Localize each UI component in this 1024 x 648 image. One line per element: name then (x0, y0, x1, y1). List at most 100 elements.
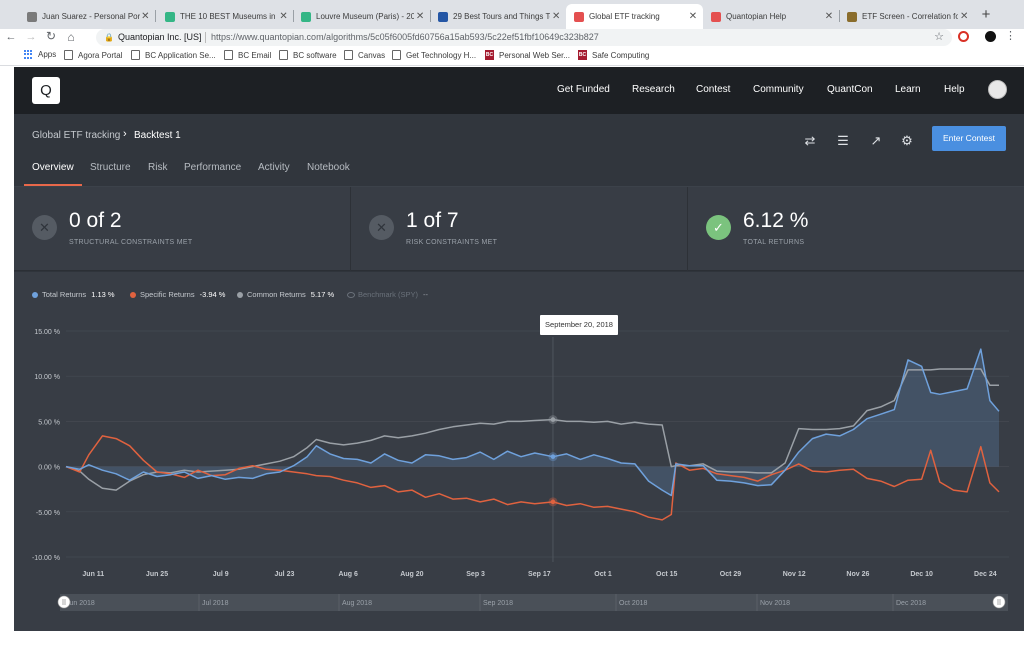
bookmark-item[interactable]: BC Personal Web Ser... (485, 50, 570, 60)
y-tick-label: 15.00 % (34, 329, 60, 336)
bookmark-item[interactable]: BC Email (224, 50, 271, 60)
metric-risk: ✕ 1 of 7 RISK CONSTRAINTS MET (351, 187, 687, 271)
bookmark-label: Safe Computing (592, 50, 650, 60)
enter-contest-button[interactable]: Enter Contest (932, 126, 1006, 151)
reload-icon[interactable]: ↻ (44, 29, 58, 43)
browser-tab[interactable]: 29 Best Tours and Things To ✕ (430, 4, 566, 29)
new-tab-button[interactable]: + (978, 7, 994, 23)
forward-icon[interactable]: → (24, 30, 38, 44)
x-tick-label: Dec 24 (974, 571, 997, 578)
page-bottom-margin (0, 631, 1024, 648)
bookmark-label: Agora Portal (78, 50, 123, 60)
browser-tab[interactable]: Global ETF tracking ✕ (566, 4, 703, 29)
close-tab-icon[interactable]: ✕ (687, 11, 699, 22)
close-tab-icon[interactable]: ✕ (140, 11, 151, 22)
favicon-icon (165, 11, 175, 22)
back-icon[interactable]: ← (4, 30, 18, 44)
metric-label: RISK CONSTRAINTS MET (406, 239, 498, 246)
tab-performance[interactable]: Performance (184, 162, 241, 173)
nav-help[interactable]: Help (944, 84, 965, 95)
tab-title: Global ETF tracking (589, 12, 660, 21)
shuffle-icon[interactable]: ⇄ (802, 133, 818, 149)
x-tick-label: Dec 10 (910, 571, 933, 578)
apps-icon (24, 50, 33, 59)
gear-icon[interactable]: ⚙ (899, 133, 915, 149)
nav-quantcon[interactable]: QuantCon (827, 84, 873, 95)
range-label: Nov 2018 (760, 600, 790, 607)
close-tab-icon[interactable]: ✕ (414, 11, 426, 22)
x-tick-label: Oct 29 (720, 571, 742, 578)
tab-risk[interactable]: Risk (148, 162, 167, 173)
range-label: Aug 2018 (342, 600, 372, 607)
nav-research[interactable]: Research (632, 84, 675, 95)
browser-tab[interactable]: Louvre Museum (Paris) - 20 ✕ (293, 4, 430, 29)
browser-tab[interactable]: Juan Suarez - Personal Portf ✕ (19, 4, 155, 29)
close-tab-icon[interactable]: ✕ (550, 11, 562, 22)
metrics-panel: ✕ 0 of 2 STRUCTURAL CONSTRAINTS MET ✕ 1 … (14, 187, 1024, 271)
nav-community[interactable]: Community (753, 84, 804, 95)
opera-extension-icon[interactable] (958, 31, 969, 42)
returns-line-chart[interactable]: 15.00 % 10.00 % 5.00 % 0.00 % -5.00 % -10.00 … (14, 272, 1024, 631)
omnibox-divider (205, 32, 206, 43)
tab-overview[interactable]: Overview (32, 162, 74, 173)
x-tick-label: Sep 17 (528, 571, 551, 578)
tab-title: Louvre Museum (Paris) - 20 (316, 12, 415, 21)
range-handle[interactable] (992, 595, 1006, 609)
nav-contest[interactable]: Contest (696, 84, 730, 95)
bookmarks-bar: Apps Agora Portal BC Application Se... BC E… (0, 47, 1024, 66)
chevron-right-icon: › (123, 128, 127, 140)
browser-tab[interactable]: ETF Screen - Correlation for ✕ (839, 4, 974, 29)
x-tick-label: Oct 15 (656, 571, 678, 578)
browser-menu-icon[interactable]: ⋮ (1005, 29, 1016, 43)
bookmark-label: BC Application Se... (145, 50, 216, 60)
nav-learn[interactable]: Learn (895, 84, 921, 95)
quantopian-logo[interactable]: Q (32, 77, 60, 104)
range-label: Oct 2018 (619, 600, 648, 607)
close-tab-icon[interactable]: ✕ (823, 11, 835, 22)
favicon-icon (711, 11, 721, 22)
bookmark-item[interactable]: Apps (24, 50, 56, 59)
address-bar: ← → ↻ ⌂ 🔒 Quantopian Inc. [US] https://w… (0, 29, 1024, 47)
user-avatar[interactable] (988, 80, 1007, 99)
bookmark-item[interactable]: Agora Portal (64, 50, 122, 60)
breadcrumb-parent[interactable]: Global ETF tracking (32, 130, 120, 141)
bookmark-item[interactable]: Canvas (344, 50, 385, 60)
favicon-icon (847, 11, 857, 22)
page-icon (279, 50, 288, 60)
extension-icon[interactable] (985, 31, 996, 42)
y-tick-label: -10.00 % (32, 555, 60, 562)
range-label: Jul 2018 (202, 600, 229, 607)
bookmark-item[interactable]: BC software (279, 50, 337, 60)
nav-get-funded[interactable]: Get Funded (557, 84, 610, 95)
bc-icon: BC (485, 50, 494, 60)
tab-separator (155, 10, 156, 22)
omnibox[interactable]: 🔒 Quantopian Inc. [US] https://www.quant… (96, 29, 952, 46)
hover-marker (550, 417, 556, 422)
metric-value: 0 of 2 (69, 209, 122, 232)
tab-structure[interactable]: Structure (90, 162, 131, 173)
bookmark-star-icon[interactable]: ☆ (934, 29, 944, 46)
close-tab-icon[interactable]: ✕ (278, 11, 289, 22)
browser-tab[interactable]: Quantopian Help ✕ (703, 4, 839, 29)
home-icon[interactable]: ⌂ (64, 30, 78, 44)
bookmark-item[interactable]: Get Technology H... (392, 50, 476, 60)
x-tick-label: Nov 26 (846, 571, 869, 578)
browser-tab[interactable]: THE 10 BEST Museums in Pa ✕ (157, 4, 293, 29)
y-tick-label: 0.00 % (38, 465, 60, 472)
hover-marker (550, 499, 556, 505)
url-text[interactable]: https://www.quantopian.com/algorithms/5c… (211, 29, 599, 46)
close-tab-icon[interactable]: ✕ (958, 11, 970, 22)
tab-notebook[interactable]: Notebook (307, 162, 350, 173)
external-link-icon[interactable]: ↗ (868, 133, 884, 149)
bookmark-item[interactable]: BC Application Se... (131, 50, 216, 60)
x-tick-label: Jun 25 (146, 571, 168, 578)
metric-label: TOTAL RETURNS (743, 239, 805, 246)
list-icon[interactable]: ☰ (835, 133, 851, 149)
top-nav: Q Get Funded Research Contest Community … (14, 67, 1024, 114)
page-icon (224, 50, 233, 60)
check-icon: ✓ (706, 215, 731, 240)
bookmark-item[interactable]: BC Safe Computing (578, 50, 649, 60)
range-handle[interactable] (57, 595, 71, 609)
range-label: Dec 2018 (896, 600, 926, 607)
tab-activity[interactable]: Activity (258, 162, 290, 173)
